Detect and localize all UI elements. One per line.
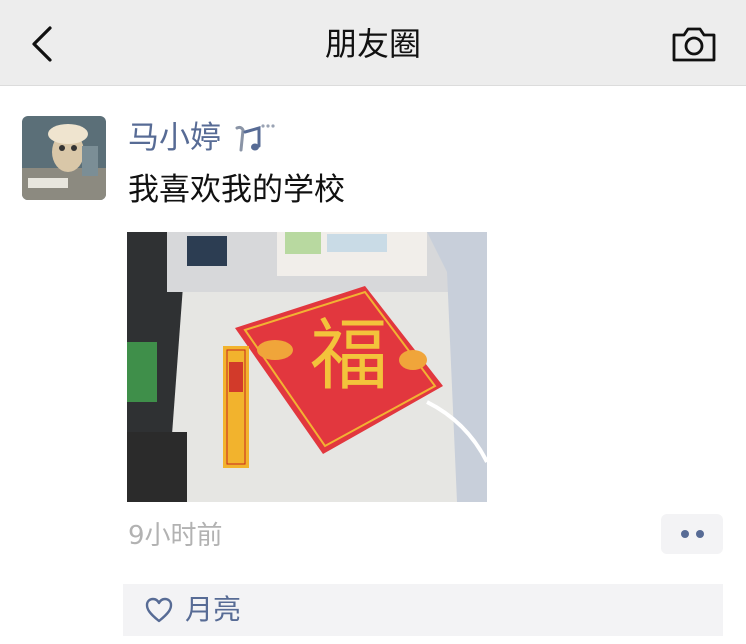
camera-icon[interactable] [670,24,718,64]
more-options-button[interactable] [661,514,723,554]
liker-name[interactable]: 月亮 [185,592,241,628]
author-name[interactable]: 马小婷 [128,118,221,158]
top-nav-bar: 朋友圈 [0,0,746,86]
avatar[interactable] [22,116,106,200]
post-text: 我喜欢我的学校 [128,172,345,208]
author-row: 马小婷 [128,118,275,158]
post-photo[interactable]: 福 [127,232,487,502]
page-title: 朋友圈 [324,25,421,63]
more-dots-icon [695,530,704,538]
more-dots-icon [680,530,689,538]
moments-post: 马小婷 我喜欢我的学校 福 9小时前 月亮 [0,86,746,644]
likes-bar: 月亮 [123,584,723,636]
fu-character: 福 [310,311,388,401]
music-note-status-icon[interactable] [231,122,275,154]
heart-icon [145,597,173,623]
post-time: 9小时前 [128,521,223,551]
